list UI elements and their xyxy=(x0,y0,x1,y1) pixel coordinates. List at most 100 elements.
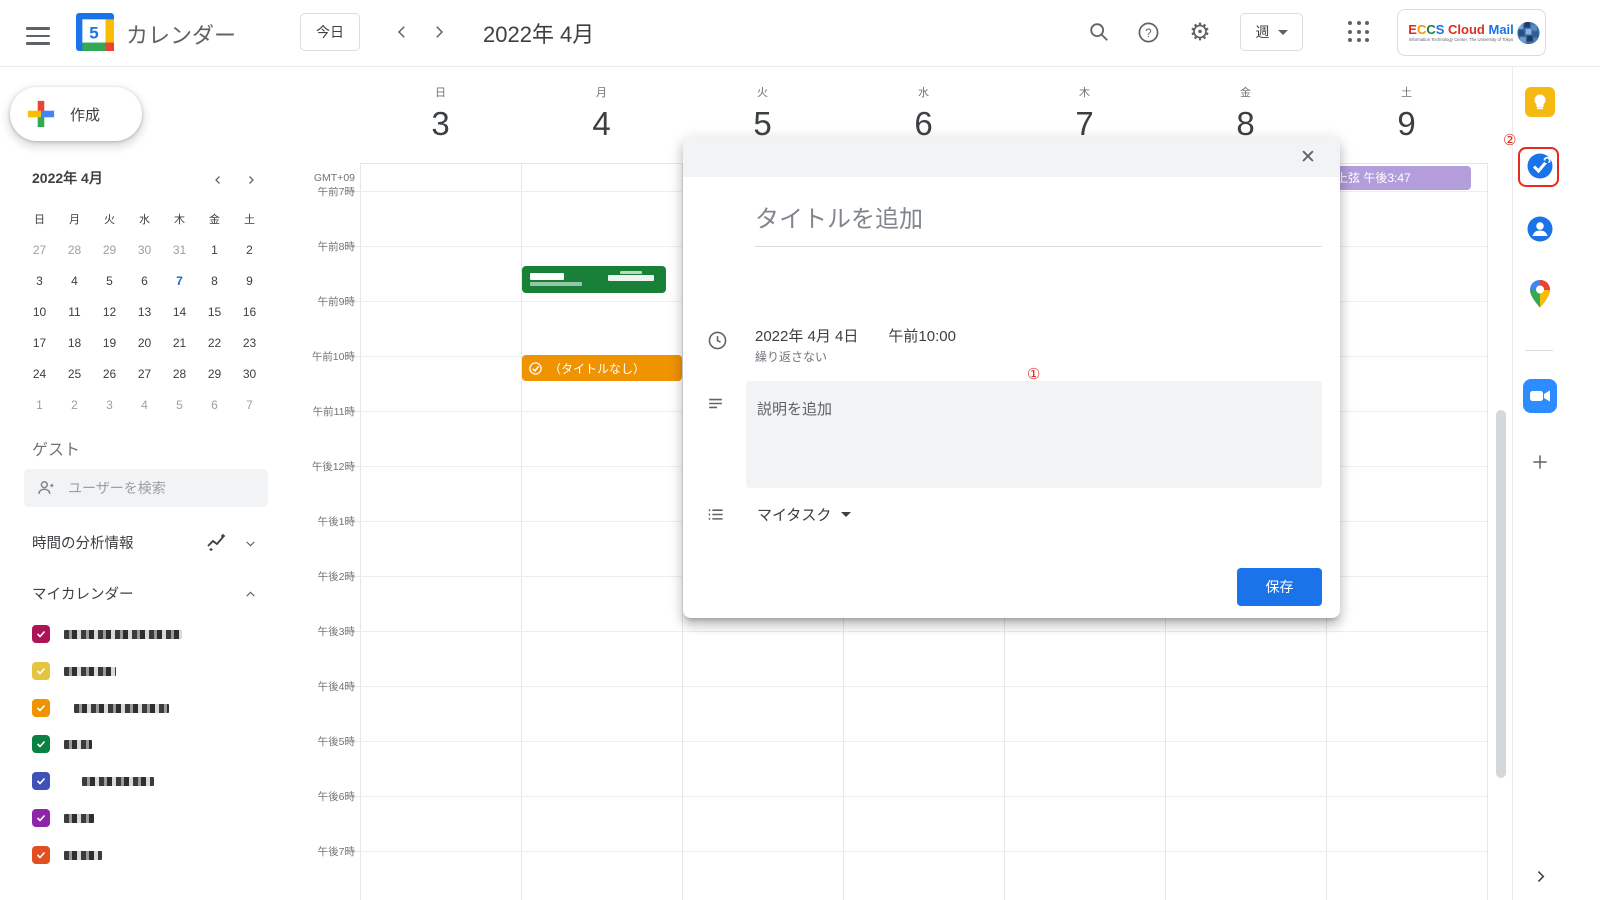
mini-day[interactable]: 12 xyxy=(92,296,127,327)
calendar-list-item[interactable] xyxy=(32,624,262,644)
mini-day[interactable]: 15 xyxy=(197,296,232,327)
calendar-list-item[interactable] xyxy=(32,808,262,828)
video-app-icon[interactable] xyxy=(1523,379,1557,413)
mini-day[interactable]: 24 xyxy=(22,358,57,389)
maps-icon[interactable] xyxy=(1523,277,1557,311)
mini-day[interactable]: 8 xyxy=(197,265,232,296)
calendar-checkbox[interactable] xyxy=(32,735,50,753)
title-input[interactable]: タイトルを追加 xyxy=(755,199,1322,247)
day-name: 日 xyxy=(360,84,521,100)
mini-day[interactable]: 7 xyxy=(232,389,267,420)
calendar-list-item[interactable] xyxy=(32,698,262,718)
keep-icon[interactable] xyxy=(1523,85,1557,119)
mini-day[interactable]: 6 xyxy=(127,265,162,296)
mini-day[interactable]: 3 xyxy=(22,265,57,296)
event-green-redacted[interactable] xyxy=(522,266,666,293)
tasks-icon[interactable] xyxy=(1523,149,1557,183)
calendar-checkbox[interactable] xyxy=(32,662,50,680)
mini-day[interactable]: 27 xyxy=(22,234,57,265)
mini-day[interactable]: 21 xyxy=(162,327,197,358)
mini-day[interactable]: 16 xyxy=(232,296,267,327)
guest-search-input[interactable]: ユーザーを検索 xyxy=(24,469,268,507)
day-number[interactable]: 9 xyxy=(1326,105,1487,143)
mini-day[interactable]: 1 xyxy=(197,234,232,265)
mini-day[interactable]: 18 xyxy=(57,327,92,358)
mini-day[interactable]: 9 xyxy=(232,265,267,296)
hamburger-menu-icon[interactable] xyxy=(26,22,50,42)
mini-day[interactable]: 19 xyxy=(92,327,127,358)
mini-day-selected[interactable]: 7 xyxy=(162,265,197,296)
task-list-selector[interactable]: マイタスク xyxy=(757,504,851,525)
mini-day[interactable]: 23 xyxy=(232,327,267,358)
mini-day[interactable]: 30 xyxy=(127,234,162,265)
calendar-checkbox[interactable] xyxy=(32,772,50,790)
dialog-time[interactable]: 午前10:00 xyxy=(888,325,956,346)
dialog-date[interactable]: 2022年 4月 4日 xyxy=(755,325,858,346)
create-button[interactable]: 作成 xyxy=(10,87,142,141)
prev-week-button[interactable] xyxy=(390,20,414,44)
mini-day[interactable]: 28 xyxy=(162,358,197,389)
today-button[interactable]: 今日 xyxy=(300,13,360,51)
description-input[interactable]: 説明を追加 xyxy=(746,381,1322,488)
mini-day[interactable]: 2 xyxy=(57,389,92,420)
mini-day[interactable]: 28 xyxy=(57,234,92,265)
mini-day[interactable]: 3 xyxy=(92,389,127,420)
mini-day[interactable]: 26 xyxy=(92,358,127,389)
calendar-list-item[interactable] xyxy=(32,771,262,791)
calendar-checkbox[interactable] xyxy=(32,625,50,643)
save-button[interactable]: 保存 xyxy=(1237,568,1322,606)
calendar-checkbox[interactable] xyxy=(32,809,50,827)
calendar-list-item[interactable] xyxy=(32,845,262,865)
day-number[interactable]: 3 xyxy=(360,105,521,143)
mini-day[interactable]: 4 xyxy=(57,265,92,296)
my-calendars-collapse-chevron[interactable] xyxy=(240,584,260,604)
account-button[interactable]: ECCS Cloud Mail Information Technology C… xyxy=(1397,9,1546,56)
mini-day[interactable]: 30 xyxy=(232,358,267,389)
mini-day[interactable]: 20 xyxy=(127,327,162,358)
mini-day[interactable]: 17 xyxy=(22,327,57,358)
help-icon[interactable]: ? xyxy=(1135,19,1161,45)
day-header: 金 8 xyxy=(1165,84,1326,143)
expand-chevron-icon[interactable] xyxy=(1523,859,1557,893)
allday-event-moon[interactable]: 上弦 午後3:47 xyxy=(1327,166,1471,190)
calendar-list-item[interactable] xyxy=(32,734,262,754)
settings-gear-icon[interactable]: ⚙ xyxy=(1187,19,1213,45)
mini-day[interactable]: 13 xyxy=(127,296,162,327)
mini-day[interactable]: 11 xyxy=(57,296,92,327)
mini-day[interactable]: 14 xyxy=(162,296,197,327)
calendar-checkbox[interactable] xyxy=(32,699,50,717)
mini-day[interactable]: 4 xyxy=(127,389,162,420)
view-selector[interactable]: 週 xyxy=(1240,13,1303,51)
mini-day[interactable]: 10 xyxy=(22,296,57,327)
create-button-label: 作成 xyxy=(70,104,100,125)
recurrence-label[interactable]: 繰り返さない xyxy=(755,348,827,365)
mini-day[interactable]: 31 xyxy=(162,234,197,265)
mini-day[interactable]: 2 xyxy=(232,234,267,265)
mini-calendar-prev-button[interactable] xyxy=(208,170,228,190)
close-icon[interactable]: ✕ xyxy=(1295,144,1321,170)
mini-day[interactable]: 1 xyxy=(22,389,57,420)
mini-day[interactable]: 5 xyxy=(92,265,127,296)
mini-day[interactable]: 5 xyxy=(162,389,197,420)
account-brand-subtitle: Information Technology Center, The Unive… xyxy=(1409,37,1514,42)
contacts-icon[interactable] xyxy=(1523,212,1557,246)
calendar-checkbox[interactable] xyxy=(32,846,50,864)
calendar-list-item[interactable] xyxy=(32,661,262,681)
mini-day[interactable]: 22 xyxy=(197,327,232,358)
apps-grid-icon[interactable] xyxy=(1348,21,1370,43)
dialog-drag-bar[interactable] xyxy=(683,137,1340,177)
day-number[interactable]: 4 xyxy=(521,105,682,143)
search-icon[interactable] xyxy=(1086,19,1112,45)
calendar-scrollbar[interactable] xyxy=(1496,410,1506,778)
mini-calendar-next-button[interactable] xyxy=(241,170,261,190)
add-icon[interactable] xyxy=(1523,445,1557,479)
task-event[interactable]: （タイトルなし） xyxy=(522,355,682,381)
insights-expand-chevron[interactable] xyxy=(240,533,260,553)
next-week-button[interactable] xyxy=(427,20,451,44)
mini-day[interactable]: 25 xyxy=(57,358,92,389)
mini-day[interactable]: 29 xyxy=(197,358,232,389)
mini-day[interactable]: 6 xyxy=(197,389,232,420)
mini-day[interactable]: 27 xyxy=(127,358,162,389)
guests-heading: ゲスト xyxy=(32,436,80,460)
mini-day[interactable]: 29 xyxy=(92,234,127,265)
